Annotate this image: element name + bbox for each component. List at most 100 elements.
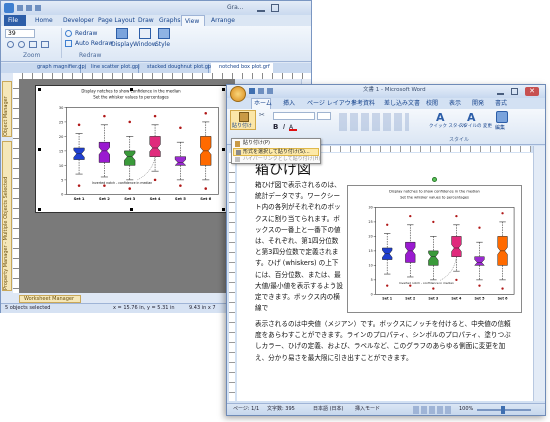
tab-page-layout[interactable]: Page Layout [98, 18, 135, 24]
menu-item-paste-hyperlink[interactable]: ハイパーリンクとして貼り付け(H) [233, 156, 320, 164]
small-outlier-4-0 [179, 126, 182, 129]
menu-item-paste-special[interactable]: 形式を選択して貼り付け(S)... [233, 148, 319, 156]
word-vertical-ruler [229, 153, 235, 401]
window-button[interactable]: Window [133, 28, 157, 52]
small-outlier-2-0 [128, 120, 131, 124]
doc-tab-line-scatter[interactable]: line scatter plot.gpj [83, 64, 140, 73]
zoom-in-icon[interactable] [7, 41, 14, 48]
big-box-3 [451, 236, 462, 257]
status-word-count: 文字数: 395 [267, 406, 295, 412]
tab-arrange[interactable]: Arrange [211, 18, 235, 24]
bold-button[interactable]: B [273, 123, 281, 131]
word-window: 文書 1 - Microsoft Word ✕ ホーム 挿入 ページ レイアウト… [226, 84, 546, 416]
word-tab-page-layout[interactable]: ページ レイアウト [307, 101, 357, 107]
word-maximize-button[interactable] [511, 88, 518, 95]
tab-file[interactable]: File [4, 15, 26, 26]
status-coordinates: x = 15.76 in, y = 5.31 in [113, 305, 175, 311]
big-outlier-4-1 [478, 284, 481, 287]
zoom-out-icon[interactable] [18, 41, 25, 48]
tab-view[interactable]: View [181, 15, 205, 26]
doc-tab-graph-magnifier[interactable]: graph magnifier.gpj [29, 64, 86, 73]
title-bar: Gra... [1, 1, 311, 15]
display-button[interactable]: Display [111, 28, 133, 52]
big-outlier-4-0 [478, 226, 481, 229]
font-size-combo[interactable] [317, 112, 331, 120]
office-button[interactable] [230, 86, 246, 102]
small-y-tick-label-0: 0 [61, 193, 64, 197]
big-chart-title: Display notches to show confidence in th… [389, 189, 480, 193]
word-close-button[interactable]: ✕ [525, 87, 539, 96]
selection-handle-0[interactable] [38, 88, 41, 91]
status-language: 日本語 (日本) [313, 406, 344, 412]
document-body-wide[interactable]: 表示されるのは中央値（メジアン）です。ボックスにノッチを付けると、中央値の信頼度… [255, 319, 517, 365]
redraw-button[interactable]: Redraw [65, 30, 115, 38]
box-plot-small[interactable]: Display notches to show confidence in th… [36, 86, 226, 212]
rotate-handle[interactable] [432, 177, 437, 182]
side-panel-property-manager[interactable]: Property Manager - Multiple Objects Sele… [2, 141, 12, 291]
big-outlier-1-0 [409, 214, 412, 218]
view-buttons[interactable] [413, 406, 453, 414]
style-button[interactable]: Style [155, 28, 173, 52]
paste-menu: 貼り付け(P) 形式を選択して貼り付け(S)... ハイパーリンクとして貼り付け… [231, 138, 321, 164]
small-category-label-2: Set 3 [124, 197, 135, 201]
small-outlier-3-1 [153, 178, 157, 182]
edit-button[interactable]: 編集 [493, 111, 511, 137]
small-annotation-arrow [137, 156, 156, 181]
tab-home[interactable]: Home [35, 18, 53, 24]
zoom-spinner[interactable]: 39 [5, 29, 35, 38]
paste-button[interactable]: 貼り付け [230, 110, 256, 130]
big-outlier-3-0 [455, 214, 458, 218]
word-tab-references[interactable]: 参考資料 [351, 101, 375, 107]
word-vertical-scrollbar[interactable] [533, 146, 545, 401]
quick-access-toolbar[interactable] [17, 4, 57, 12]
worksheet-manager-tab[interactable]: Worksheet Manager [19, 295, 81, 303]
maximize-button[interactable] [271, 4, 279, 12]
inserted-chart[interactable]: Display notches to show confidence in th… [347, 185, 522, 313]
zoom-slider[interactable] [477, 406, 531, 414]
selection-handle-1[interactable] [130, 88, 133, 91]
tab-developer[interactable]: Developer [63, 18, 94, 24]
word-tab-format[interactable]: 書式 [495, 101, 507, 107]
tab-graphs[interactable]: Graphs [159, 18, 181, 24]
word-tab-insert[interactable]: 挿入 [283, 101, 295, 107]
word-minimize-button[interactable] [497, 88, 504, 95]
minimize-button[interactable] [257, 4, 265, 12]
big-outlier-2-0 [432, 220, 435, 224]
font-color-icon[interactable]: A [289, 125, 297, 131]
tab-draw[interactable]: Draw [138, 18, 154, 24]
side-panel-object-manager[interactable]: Object Manager [2, 81, 12, 137]
zoom-page-icon[interactable] [41, 41, 49, 48]
word-tab-mailings[interactable]: 差し込み文書 [384, 101, 420, 107]
selection-handle-5[interactable] [38, 208, 41, 211]
word-tab-review[interactable]: 校閲 [426, 101, 438, 107]
selection-handle-3[interactable] [38, 148, 41, 151]
word-window-title: 文書 1 - Microsoft Word [363, 87, 426, 93]
box-plot-large[interactable]: Display notches to show confidence in th… [348, 186, 521, 312]
change-style-button[interactable]: A スタイルの 変更 [459, 111, 492, 137]
selection-handle-7[interactable] [222, 208, 225, 211]
doc-tab-stacked-doughnut[interactable]: stacked doughnut plot.gpj [141, 64, 212, 73]
selection-handle-2[interactable] [222, 88, 225, 91]
cut-icon[interactable]: ✂ [259, 112, 265, 119]
selection-handle-4[interactable] [222, 148, 225, 151]
big-category-label-1: Set 2 [405, 296, 416, 300]
word-tab-developer[interactable]: 開発 [472, 101, 484, 107]
word-quick-access[interactable] [249, 88, 283, 95]
zoom-fit-icon[interactable] [29, 41, 37, 48]
paragraph-controls[interactable] [339, 113, 409, 131]
document-body-narrow[interactable]: 箱ひげ図で表示されるのは、統計データです。ワークシート内の各列がそれぞれのボック… [255, 180, 343, 320]
word-tab-view[interactable]: 表示 [449, 101, 461, 107]
status-page: ページ: 1/1 [233, 406, 260, 412]
word-tab-home[interactable]: ホーム [251, 98, 272, 109]
auto-redraw-button[interactable]: Auto Redraw [65, 40, 115, 48]
quick-style-button[interactable]: A クイック スタイル [429, 111, 466, 137]
doc-tab-notched-box[interactable]: notched box plot.grf [211, 63, 273, 73]
big-outlier-5-0 [501, 212, 504, 215]
selection-handle-6[interactable] [130, 208, 133, 211]
status-selection: 5 objects selected [5, 305, 51, 311]
zoom-slider-thumb[interactable] [501, 406, 505, 414]
small-y-tick-label-4: 20 [59, 135, 64, 139]
graph-page[interactable]: Display notches to show confidence in th… [35, 85, 227, 213]
menu-item-paste[interactable]: 貼り付け(P) [233, 140, 319, 148]
font-name-combo[interactable] [273, 112, 315, 120]
